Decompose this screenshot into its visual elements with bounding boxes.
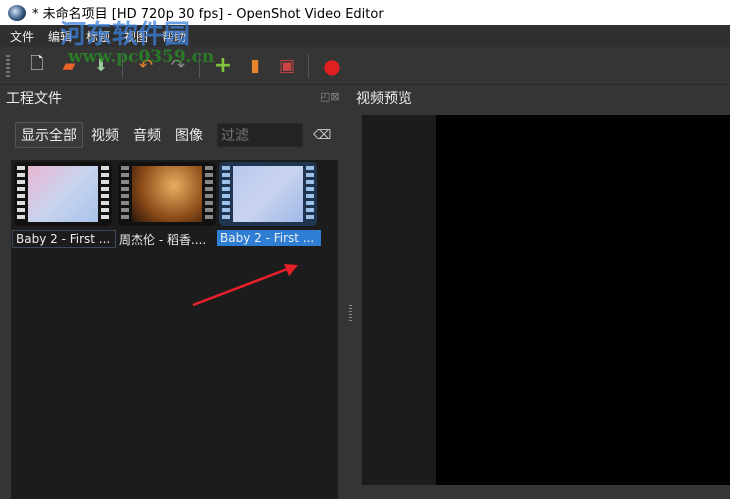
filter-input[interactable] [217,123,303,147]
filter-all-button[interactable]: 显示全部 [15,122,83,148]
filter-image-button[interactable]: 图像 [175,125,203,145]
toolbar: 🗋 ▰ ⬇ ↶ ↷ + ▮ ▣ ● [0,47,730,85]
filter-row: 显示全部 视频 音频 图像 ⌫ [15,122,331,148]
separator [199,53,200,78]
annotation-arrow [192,264,298,307]
video-canvas[interactable] [436,115,730,485]
clear-filter-icon[interactable]: ⌫ [313,128,331,143]
file-label: 周杰伦 - 稻香.... [119,233,207,247]
menu-file[interactable]: 文件 [10,28,34,45]
new-project-icon[interactable]: 🗋 [26,54,48,77]
menu-help[interactable]: 帮助 [162,28,186,45]
open-project-icon[interactable]: ▰ [58,55,80,77]
redo-icon[interactable]: ↷ [167,55,189,77]
menu-edit[interactable]: 编辑 [48,28,72,45]
fullscreen-icon[interactable]: ▣ [276,55,298,77]
file-thumbnail [219,162,317,226]
toolbar-grip[interactable] [6,54,10,77]
undo-icon[interactable]: ↶ [135,55,157,77]
title-bar: * 未命名项目 [HD 720p 30 fps] - OpenShot Vide… [0,0,730,25]
file-label: Baby 2 - First ... [12,230,116,248]
menu-view[interactable]: 视图 [124,28,148,45]
export-video-icon[interactable]: ● [321,54,343,78]
video-preview [362,115,730,485]
save-project-icon[interactable]: ⬇ [90,55,112,77]
menu-title[interactable]: 标题 [86,28,110,45]
separator [122,53,123,78]
file-thumbnail [118,162,216,226]
file-item[interactable]: Baby 2 - First ... [12,162,116,248]
close-icon[interactable]: ⊠ [330,90,339,103]
file-item-selected[interactable]: Baby 2 - First ... [217,162,321,246]
filter-audio-button[interactable]: 音频 [133,125,161,145]
separator [308,53,309,78]
import-files-icon[interactable]: + [212,53,234,78]
project-files-title: 工程文件 [6,91,62,107]
splitter-handle[interactable] [349,305,352,321]
file-thumbnail [14,162,112,226]
file-label: Baby 2 - First ... [217,230,321,246]
filter-video-button[interactable]: 视频 [91,125,119,145]
menu-bar: 文件 编辑 标题 视图 帮助 [0,25,730,47]
video-preview-title: 视频预览 [356,91,412,107]
openshot-logo-icon [8,4,26,21]
project-files-list: Baby 2 - First ... 周杰伦 - 稻香.... Baby 2 -… [11,160,338,499]
window-title: * 未命名项目 [HD 720p 30 fps] - OpenShot Vide… [32,7,384,22]
choose-profile-icon[interactable]: ▮ [244,55,266,77]
dock-buttons: ◰⊠ [320,90,340,103]
float-icon[interactable]: ◰ [320,90,330,103]
file-item[interactable]: 周杰伦 - 稻香.... [116,162,220,249]
